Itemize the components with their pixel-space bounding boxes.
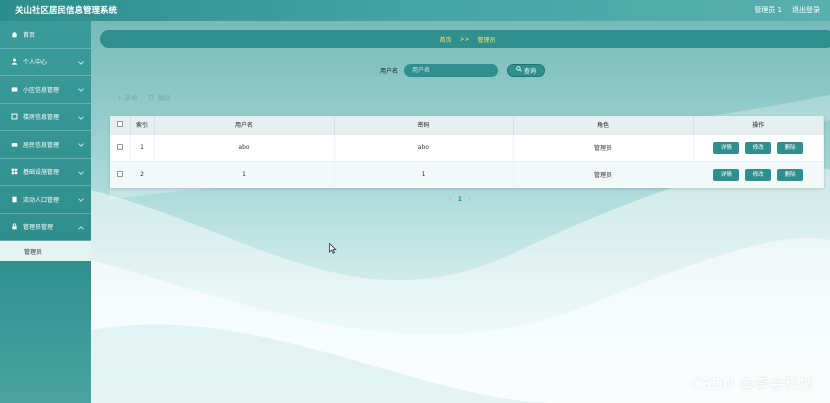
cell-password: 1 bbox=[334, 160, 514, 188]
sidebar-item-infrastructure[interactable]: 基础设施管理 bbox=[0, 159, 91, 186]
breadcrumb-separator: >> bbox=[459, 35, 470, 43]
sidebar-item-label: 基础设施管理 bbox=[23, 169, 60, 177]
cell-actions: 详情 修改 删除 bbox=[693, 160, 824, 188]
mouse-cursor-icon bbox=[329, 243, 337, 254]
sidebar-item-personal-center[interactable]: 个人中心 bbox=[0, 49, 91, 76]
cell-actions: 详情 修改 删除 bbox=[693, 133, 824, 161]
sidebar-item-label: 小区信息管理 bbox=[23, 86, 60, 94]
table-row: 2 1 1 管理员 详情 修改 删除 bbox=[110, 160, 824, 188]
chevron-down-icon bbox=[78, 58, 84, 65]
cell-index: 2 bbox=[130, 160, 155, 188]
app-title: 关山社区居民信息管理系统 bbox=[15, 6, 118, 16]
column-header-index: 索引 bbox=[130, 116, 155, 134]
delete-button[interactable]: 删除 bbox=[777, 141, 804, 154]
sidebar-item-label: 个人中心 bbox=[23, 59, 48, 67]
column-header-username: 用户名 bbox=[154, 116, 335, 134]
watermark: CSDN @李会科技 bbox=[691, 375, 814, 393]
column-header-actions: 操作 bbox=[693, 116, 824, 134]
detail-button[interactable]: 详情 bbox=[713, 141, 740, 154]
message-icon bbox=[11, 86, 18, 93]
trash-icon bbox=[148, 94, 154, 102]
grid-icon bbox=[11, 168, 18, 175]
cell-role: 管理员 bbox=[513, 160, 694, 188]
breadcrumb-home[interactable]: 首页 bbox=[439, 35, 451, 44]
row-checkbox-cell bbox=[110, 160, 131, 188]
sidebar: 首页 个人中心 小区信息管理 楼房信息管理 居民信息管理 基础设施管理 流动人口… bbox=[0, 21, 91, 403]
search-row: 用户名 查询 bbox=[380, 63, 546, 77]
table-header-row: 索引 用户名 密码 角色 操作 bbox=[110, 116, 824, 134]
chevron-down-icon bbox=[78, 113, 84, 120]
row-checkbox[interactable] bbox=[116, 143, 123, 150]
search-label: 用户名 bbox=[380, 67, 399, 75]
select-all-checkbox[interactable] bbox=[116, 120, 123, 127]
user-icon bbox=[11, 58, 18, 65]
select-all-header bbox=[110, 116, 131, 134]
search-button[interactable]: 查询 bbox=[507, 63, 546, 77]
home-icon bbox=[11, 31, 18, 38]
cell-password: abo bbox=[334, 133, 514, 161]
actions-row: + 新增 删除 bbox=[117, 92, 171, 102]
chevron-down-icon bbox=[78, 141, 84, 147]
column-header-password: 密码 bbox=[334, 116, 514, 134]
breadcrumb: 首页 >> 管理员 bbox=[100, 30, 830, 48]
pagination: ‹ 1 › bbox=[449, 195, 471, 203]
edit-button[interactable]: 修改 bbox=[745, 168, 772, 181]
chevron-down-icon bbox=[78, 168, 84, 175]
sidebar-item-building[interactable]: 楼房信息管理 bbox=[0, 104, 91, 131]
sidebar-item-label: 管理员管理 bbox=[23, 224, 54, 232]
chevron-up-icon bbox=[78, 225, 84, 232]
row-checkbox-cell bbox=[110, 133, 131, 161]
delete-selected-button[interactable]: 删除 bbox=[148, 92, 171, 102]
search-button-label: 查询 bbox=[524, 67, 537, 75]
background-wave bbox=[91, 95, 830, 403]
building-icon bbox=[11, 113, 18, 120]
table-row: 1 abo abo 管理员 详情 修改 删除 bbox=[110, 133, 824, 161]
top-bar: 关山社区居民信息管理系统 管理员 1 退出登录 bbox=[0, 0, 830, 21]
next-page-button[interactable]: › bbox=[468, 195, 471, 203]
cell-username: 1 bbox=[154, 160, 335, 188]
people-icon bbox=[11, 141, 18, 148]
sidebar-item-admin-management[interactable]: 管理员管理 bbox=[0, 214, 91, 241]
chevron-down-icon bbox=[78, 86, 84, 92]
cell-index: 1 bbox=[130, 133, 155, 161]
search-icon bbox=[516, 66, 522, 74]
delete-selected-label: 删除 bbox=[157, 94, 171, 102]
admin-user-label[interactable]: 管理员 1 bbox=[754, 5, 782, 15]
sidebar-item-community[interactable]: 小区信息管理 bbox=[0, 76, 91, 104]
logout-link[interactable]: 退出登录 bbox=[792, 5, 820, 15]
sidebar-item-floating-population[interactable]: 流动人口管理 bbox=[0, 186, 91, 214]
sidebar-item-label: 首页 bbox=[23, 31, 36, 39]
sidebar-item-residents[interactable]: 居民信息管理 bbox=[0, 131, 91, 159]
top-right-links: 管理员 1 退出登录 bbox=[754, 5, 820, 15]
column-header-role: 角色 bbox=[513, 116, 694, 134]
cell-role: 管理员 bbox=[513, 133, 694, 161]
breadcrumb-current: 管理员 bbox=[477, 36, 496, 44]
add-button[interactable]: + 新增 bbox=[117, 92, 138, 102]
document-icon bbox=[11, 196, 18, 203]
prev-page-button[interactable]: ‹ bbox=[449, 195, 452, 203]
detail-button[interactable]: 详情 bbox=[713, 168, 740, 181]
edit-button[interactable]: 修改 bbox=[745, 141, 772, 154]
admin-table: 索引 用户名 密码 角色 操作 1 abo abo 管理员 详情 修改 删除 2… bbox=[110, 116, 824, 188]
username-search-input[interactable] bbox=[404, 63, 499, 77]
lock-icon bbox=[11, 223, 18, 230]
sidebar-item-label: 居民信息管理 bbox=[23, 141, 60, 149]
page-number-1[interactable]: 1 bbox=[458, 195, 463, 203]
sidebar-item-label: 楼房信息管理 bbox=[23, 114, 60, 122]
delete-button[interactable]: 删除 bbox=[777, 168, 804, 181]
sidebar-subitem-admin[interactable]: 管理员 bbox=[0, 241, 91, 261]
row-checkbox[interactable] bbox=[116, 170, 123, 177]
sidebar-item-home[interactable]: 首页 bbox=[0, 21, 91, 49]
sidebar-item-label: 流动人口管理 bbox=[23, 196, 60, 204]
chevron-down-icon bbox=[78, 196, 84, 202]
cell-username: abo bbox=[154, 133, 335, 161]
